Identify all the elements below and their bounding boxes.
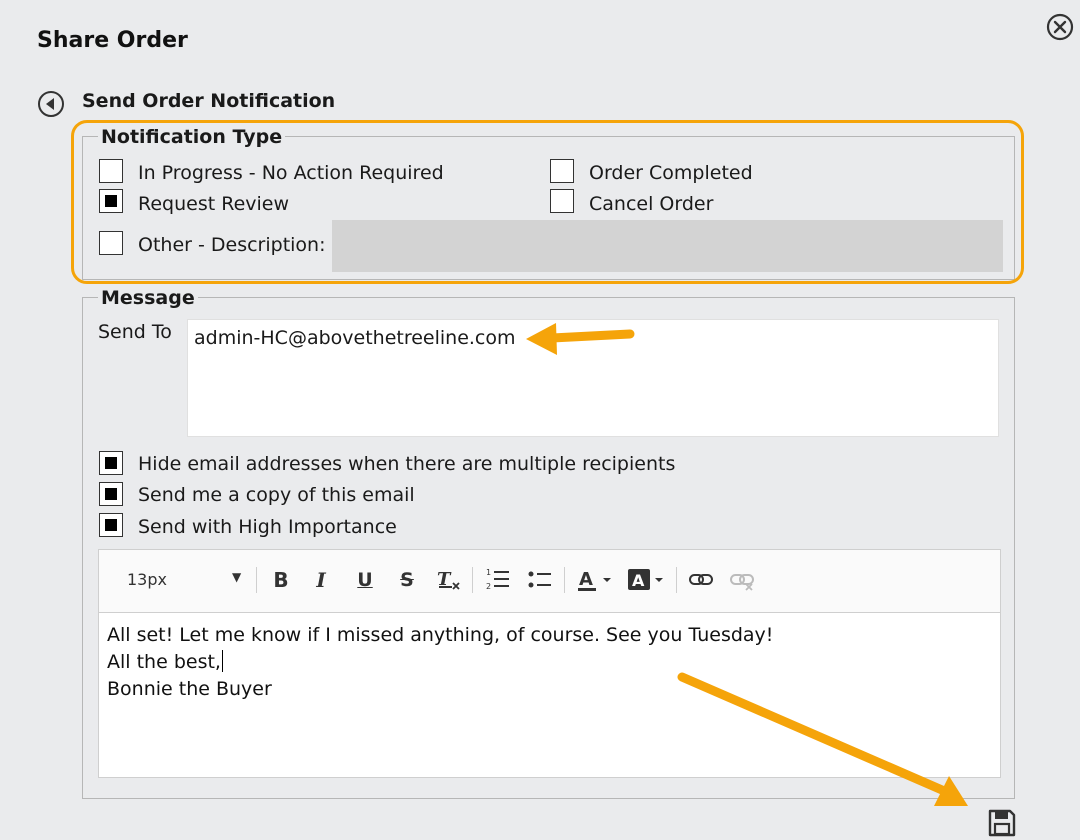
svg-text:1: 1 xyxy=(486,568,491,577)
hide-emails-checkbox[interactable] xyxy=(99,451,123,475)
save-icon[interactable] xyxy=(987,808,1017,838)
editor-line-text: All the best, xyxy=(107,651,221,673)
send-to-field[interactable]: admin-HC@abovethetreeline.com xyxy=(187,319,999,437)
close-icon[interactable] xyxy=(1046,13,1074,41)
svg-text:A: A xyxy=(632,571,645,590)
font-color-icon[interactable]: A xyxy=(576,565,616,595)
dialog-title: Share Order xyxy=(37,28,188,53)
editor-line: Bonnie the Buyer xyxy=(107,678,272,700)
editor-content[interactable]: All set! Let me know if I missed anythin… xyxy=(107,622,773,703)
strikethrough-icon[interactable]: S xyxy=(395,565,419,595)
chevron-down-icon[interactable]: ▼ xyxy=(232,570,241,584)
font-size-select[interactable]: 13px xyxy=(127,570,167,589)
high-importance-checkbox[interactable] xyxy=(99,513,123,537)
svg-text:2: 2 xyxy=(486,582,491,591)
toolbar-divider xyxy=(564,567,565,593)
toolbar-divider xyxy=(256,567,257,593)
high-importance-label: Send with High Importance xyxy=(138,516,397,538)
hide-emails-label: Hide email addresses when there are mult… xyxy=(138,453,676,475)
toolbar-divider xyxy=(676,567,677,593)
clear-formatting-icon[interactable]: T xyxy=(435,565,463,595)
send-to-value: admin-HC@abovethetreeline.com xyxy=(194,327,516,349)
editor-line: All set! Let me know if I missed anythin… xyxy=(107,624,774,646)
italic-icon[interactable]: I xyxy=(309,565,333,595)
message-editor: 13px ▼ B I U S T 1 2 A A All set! Let me… xyxy=(98,549,1001,778)
ordered-list-icon[interactable]: 1 2 xyxy=(485,565,511,595)
editor-toolbar: 13px ▼ B I U S T 1 2 A A xyxy=(99,550,1000,613)
svg-text:A: A xyxy=(579,569,593,590)
send-copy-label: Send me a copy of this email xyxy=(138,484,415,506)
editor-line: All the best, xyxy=(107,649,773,676)
toolbar-divider xyxy=(472,567,473,593)
send-copy-checkbox[interactable] xyxy=(99,482,123,506)
highlight-box xyxy=(71,120,1024,284)
section-title: Send Order Notification xyxy=(82,90,336,112)
highlight-color-icon[interactable]: A xyxy=(625,565,667,595)
send-to-label: Send To xyxy=(98,321,172,343)
text-caret xyxy=(221,650,223,672)
bullet-list-icon[interactable] xyxy=(527,565,553,595)
unlink-icon[interactable] xyxy=(729,565,755,595)
bold-icon[interactable]: B xyxy=(269,565,293,595)
message-legend: Message xyxy=(98,286,198,310)
underline-icon[interactable]: U xyxy=(353,565,377,595)
link-icon[interactable] xyxy=(688,565,714,595)
back-arrow-icon[interactable] xyxy=(37,90,65,118)
